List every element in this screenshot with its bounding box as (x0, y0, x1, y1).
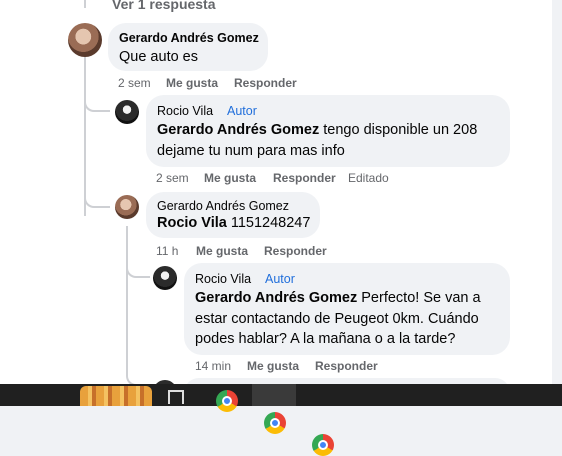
comment-text-line: 1151248247 (226, 215, 311, 231)
thread-line (126, 226, 128, 372)
like-button[interactable]: Me gusta (196, 244, 248, 258)
comment-mention[interactable]: Rocio Vila (157, 215, 227, 231)
scrollbar-track[interactable] (552, 0, 562, 384)
comments-panel: Ver 1 respuesta Gerardo Andrés Gomez Que… (0, 0, 552, 384)
like-label[interactable]: Me gusta (247, 359, 299, 373)
thread-curve (84, 192, 110, 208)
comment-text-line: tengo disponible un 208 (319, 122, 478, 138)
like-label[interactable]: Me gusta (196, 244, 248, 258)
comment-bubble: Rocio Vila Autor Gerardo Andrés Gomez Pe… (184, 263, 510, 355)
comment-text-line: podes hablar? A la mañana o a la tarde? (195, 331, 456, 347)
comment-bubble: Rocio Vila Autor Gerardo Andrés Gomez te… (146, 95, 510, 167)
view-replies-link[interactable]: Ver 1 respuesta (112, 0, 216, 12)
avatar[interactable] (153, 266, 177, 290)
comment-text-line: Perfecto! Se van a (357, 290, 481, 306)
avatar[interactable] (115, 195, 139, 219)
comment-text: Gerardo Andrés Gomez tengo disponible un… (157, 120, 477, 141)
comment-text-line: estar contactando de Peugeot 0km. Cuándo (195, 311, 479, 327)
like-button[interactable]: Me gusta (204, 171, 256, 185)
avatar[interactable] (115, 100, 139, 124)
comment-author[interactable]: Rocio Vila (157, 104, 213, 118)
comment-bubble: Gerardo Andrés Gomez Que auto es (108, 23, 268, 71)
reply-label[interactable]: Responder (315, 359, 378, 373)
chrome-icon[interactable] (264, 412, 286, 434)
comment-text: Gerardo Andrés Gomez Perfecto! Se van a (195, 288, 481, 309)
comment-author[interactable]: Rocio Vila (195, 272, 251, 286)
comment-author[interactable]: Gerardo Andrés Gomez (119, 31, 259, 45)
like-label[interactable]: Me gusta (204, 171, 256, 185)
task-view-icon[interactable] (168, 390, 184, 404)
reply-button[interactable]: Responder (264, 244, 327, 258)
reply-button[interactable]: Responder (315, 359, 378, 373)
reply-label[interactable]: Responder (234, 76, 297, 90)
comment-time[interactable]: 11 h (156, 244, 178, 258)
chrome-icon[interactable] (216, 390, 238, 412)
comment-time[interactable]: 2 sem (156, 171, 189, 185)
taskbar-active-tile (252, 384, 296, 406)
comment-mention[interactable]: Gerardo Andrés Gomez (195, 290, 357, 306)
comment-text: Que auto es (119, 49, 198, 65)
thread-curve (126, 358, 150, 384)
comment-text: Rocio Vila 1151248247 (157, 213, 310, 234)
flame-app-icon[interactable] (80, 386, 152, 406)
author-badge: Autor (227, 104, 257, 118)
chrome-icon[interactable] (312, 434, 334, 456)
comment-author[interactable]: Gerardo Andrés Gomez (157, 199, 289, 213)
comment-mention[interactable]: Gerardo Andrés Gomez (157, 122, 319, 138)
reply-label[interactable]: Responder (264, 244, 327, 258)
comment-text-line: dejame tu num para mas info (157, 143, 345, 159)
like-label[interactable]: Me gusta (166, 76, 218, 90)
thread-curve (84, 96, 110, 112)
comment-time[interactable]: 14 min (195, 359, 231, 373)
reply-button[interactable]: Responder (234, 76, 297, 90)
reply-label[interactable]: Responder (273, 171, 336, 185)
like-button[interactable]: Me gusta (166, 76, 218, 90)
comment-time[interactable]: 2 sem (118, 76, 151, 90)
like-button[interactable]: Me gusta (247, 359, 299, 373)
edited-label: Editado (348, 171, 389, 185)
avatar[interactable] (68, 23, 102, 57)
thread-line (84, 0, 86, 8)
reply-button[interactable]: Responder (273, 171, 336, 185)
author-badge: Autor (265, 272, 295, 286)
comment-bubble: Gerardo Andrés Gomez Rocio Vila 11512482… (146, 192, 320, 238)
thread-curve (126, 262, 150, 278)
